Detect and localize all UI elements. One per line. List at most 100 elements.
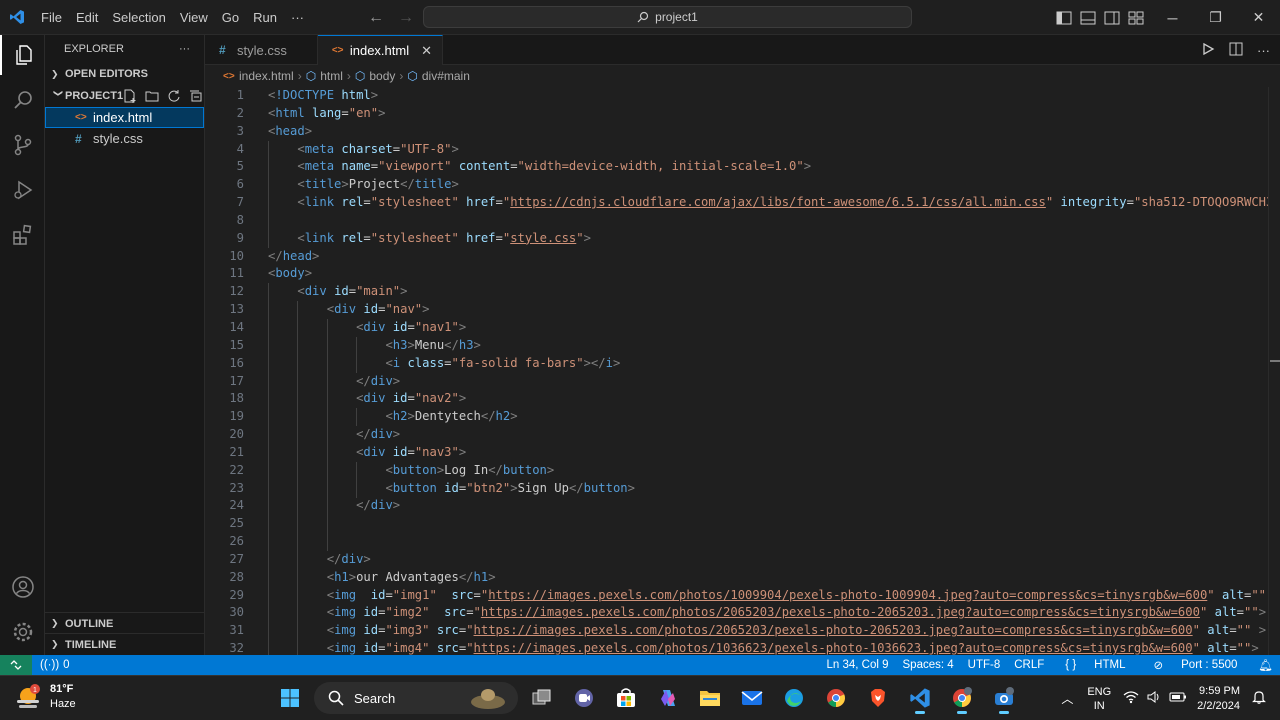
code-line[interactable]: 8 bbox=[205, 212, 1268, 230]
tab-index-html[interactable]: <> index.html ✕ bbox=[317, 35, 443, 65]
indentation[interactable]: Spaces: 4 bbox=[896, 659, 961, 671]
file-item-style-css[interactable]: # style.css bbox=[45, 128, 204, 149]
code-line[interactable]: 2 <html lang="en"> bbox=[205, 105, 1268, 123]
volume-icon[interactable] bbox=[1147, 690, 1161, 707]
encoding[interactable]: UTF-8 bbox=[961, 659, 1008, 671]
file-item-index-html[interactable]: <> index.html bbox=[45, 107, 204, 128]
toggle-primary-sidebar-icon[interactable] bbox=[1056, 11, 1072, 25]
code-line[interactable]: 32 <img id="img4" src="https://images.pex… bbox=[205, 640, 1268, 655]
menu-edit[interactable]: Edit bbox=[69, 0, 105, 35]
line-endings[interactable]: CRLF bbox=[1007, 659, 1051, 671]
code-line[interactable]: 21 <div id="nav3"> bbox=[205, 444, 1268, 462]
vscode-taskbar-icon[interactable] bbox=[902, 681, 938, 715]
breadcrumb-item[interactable]: html bbox=[320, 69, 343, 83]
code-line[interactable]: 20 </div> bbox=[205, 426, 1268, 444]
copilot-icon[interactable] bbox=[650, 681, 686, 715]
code-line[interactable]: 27 </div> bbox=[205, 551, 1268, 569]
breadcrumb-item[interactable]: div#main bbox=[422, 69, 470, 83]
code-line[interactable]: 23 <button id="btn2">Sign Up</button> bbox=[205, 480, 1268, 498]
run-and-debug-icon[interactable] bbox=[0, 170, 45, 210]
code-line[interactable]: 26 bbox=[205, 533, 1268, 551]
forward-arrow-icon[interactable]: → bbox=[398, 9, 414, 27]
accounts-icon[interactable] bbox=[0, 567, 45, 607]
chrome-icon[interactable] bbox=[818, 681, 854, 715]
menu-file[interactable]: File bbox=[34, 0, 69, 35]
language-mode[interactable]: { } HTML bbox=[1051, 659, 1139, 671]
battery-icon[interactable] bbox=[1169, 691, 1187, 706]
code-editor[interactable]: 1 <!DOCTYPE html> 2 <html lang="en"> 3 <head>… bbox=[205, 87, 1268, 655]
new-folder-icon[interactable] bbox=[145, 89, 161, 103]
code-line[interactable]: 31 <img id="img3" src="https://images.pex… bbox=[205, 622, 1268, 640]
weather-widget[interactable]: 1 81°F Haze bbox=[14, 682, 76, 712]
collapse-all-icon[interactable] bbox=[189, 89, 205, 103]
code-line[interactable]: 14 <div id="nav1"> bbox=[205, 319, 1268, 337]
code-line[interactable]: 12 <div id="main"> bbox=[205, 283, 1268, 301]
back-arrow-icon[interactable]: ← bbox=[368, 9, 384, 27]
run-icon[interactable] bbox=[1201, 42, 1215, 59]
code-line[interactable]: 6 <title>Project</title> bbox=[205, 176, 1268, 194]
code-line[interactable]: 25 bbox=[205, 515, 1268, 533]
restore-icon[interactable]: ❐ bbox=[1194, 0, 1237, 35]
breadcrumb-item[interactable]: index.html bbox=[239, 69, 294, 83]
taskbar-search-box[interactable]: Search bbox=[314, 682, 518, 714]
wifi-icon[interactable] bbox=[1123, 690, 1139, 707]
close-tab-icon[interactable]: ✕ bbox=[421, 43, 432, 59]
edge-browser-icon[interactable] bbox=[776, 681, 812, 715]
code-line[interactable]: 24 </div> bbox=[205, 497, 1268, 515]
file-explorer-icon[interactable] bbox=[692, 681, 728, 715]
code-line[interactable]: 1 <!DOCTYPE html> bbox=[205, 87, 1268, 105]
close-window-icon[interactable]: ✕ bbox=[1237, 0, 1280, 35]
code-line[interactable]: 16 <i class="fa-solid fa-bars"></i> bbox=[205, 355, 1268, 373]
chevron-up-icon[interactable]: ︿ bbox=[1061, 690, 1073, 707]
code-line[interactable]: 28 <h1>our Advantages</h1> bbox=[205, 569, 1268, 587]
extensions-icon[interactable] bbox=[0, 215, 45, 255]
new-file-icon[interactable] bbox=[123, 89, 139, 103]
source-control-icon[interactable] bbox=[0, 125, 45, 165]
brave-browser-icon[interactable] bbox=[860, 681, 896, 715]
code-line[interactable]: 11 <body> bbox=[205, 265, 1268, 283]
menu-view[interactable]: View bbox=[173, 0, 215, 35]
code-line[interactable]: 30 <img id="img2" src="https://images.pex… bbox=[205, 604, 1268, 622]
explorer-more-actions[interactable]: ··· bbox=[179, 43, 190, 55]
chrome-profile-icon[interactable] bbox=[944, 681, 980, 715]
notification-icon[interactable] bbox=[1252, 690, 1266, 707]
code-line[interactable]: 10 </head> bbox=[205, 248, 1268, 266]
task-view-icon[interactable] bbox=[524, 681, 560, 715]
code-line[interactable]: 18 <div id="nav2"> bbox=[205, 390, 1268, 408]
more-actions-icon[interactable]: ··· bbox=[1257, 43, 1270, 58]
code-line[interactable]: 13 <div id="nav"> bbox=[205, 301, 1268, 319]
code-line[interactable]: 17 </div> bbox=[205, 373, 1268, 391]
breadcrumb-item[interactable]: body bbox=[369, 69, 395, 83]
notifications-bell-icon[interactable]: 🔔︎ bbox=[1251, 658, 1280, 672]
explorer-icon[interactable] bbox=[0, 35, 45, 75]
clock[interactable]: 9:59 PM 2/2/2024 bbox=[1197, 684, 1240, 714]
start-button[interactable] bbox=[272, 681, 308, 715]
timeline-section[interactable]: ❯ TIMELINE bbox=[45, 633, 205, 655]
menu-go[interactable]: Go bbox=[215, 0, 246, 35]
split-editor-icon[interactable] bbox=[1229, 42, 1243, 59]
camera-app-icon[interactable] bbox=[986, 681, 1022, 715]
code-line[interactable]: 9 <link rel="stylesheet" href="style.css"… bbox=[205, 230, 1268, 248]
outline-section[interactable]: ❯ OUTLINE bbox=[45, 612, 205, 634]
code-line[interactable]: 19 <h2>Dentytech</h2> bbox=[205, 408, 1268, 426]
code-line[interactable]: 4 <meta charset="UTF-8"> bbox=[205, 141, 1268, 159]
code-line[interactable]: 15 <h3>Menu</h3> bbox=[205, 337, 1268, 355]
code-line[interactable]: 3 <head> bbox=[205, 123, 1268, 141]
refresh-icon[interactable] bbox=[167, 89, 183, 103]
settings-gear-icon[interactable] bbox=[0, 612, 45, 652]
remote-indicator-icon[interactable] bbox=[0, 655, 32, 675]
tab-style-css[interactable]: # style.css bbox=[205, 35, 318, 65]
teams-chat-icon[interactable] bbox=[566, 681, 602, 715]
customize-layout-icon[interactable] bbox=[1128, 11, 1144, 25]
search-icon[interactable] bbox=[0, 80, 45, 120]
toggle-secondary-sidebar-icon[interactable] bbox=[1104, 11, 1120, 25]
ports-forwarded-status[interactable]: ((·)) 0 bbox=[40, 659, 70, 671]
minimize-icon[interactable]: ─ bbox=[1151, 0, 1194, 35]
cursor-position[interactable]: Ln 34, Col 9 bbox=[819, 659, 895, 671]
menu-selection[interactable]: Selection bbox=[105, 0, 172, 35]
open-editors-section[interactable]: ❯ OPEN EDITORS bbox=[45, 63, 204, 85]
toggle-panel-icon[interactable] bbox=[1080, 11, 1096, 25]
code-line[interactable]: 29 <img id="img1" src="https://images.pex… bbox=[205, 587, 1268, 605]
editor-scrollbar[interactable] bbox=[1268, 87, 1280, 655]
mail-icon[interactable] bbox=[734, 681, 770, 715]
